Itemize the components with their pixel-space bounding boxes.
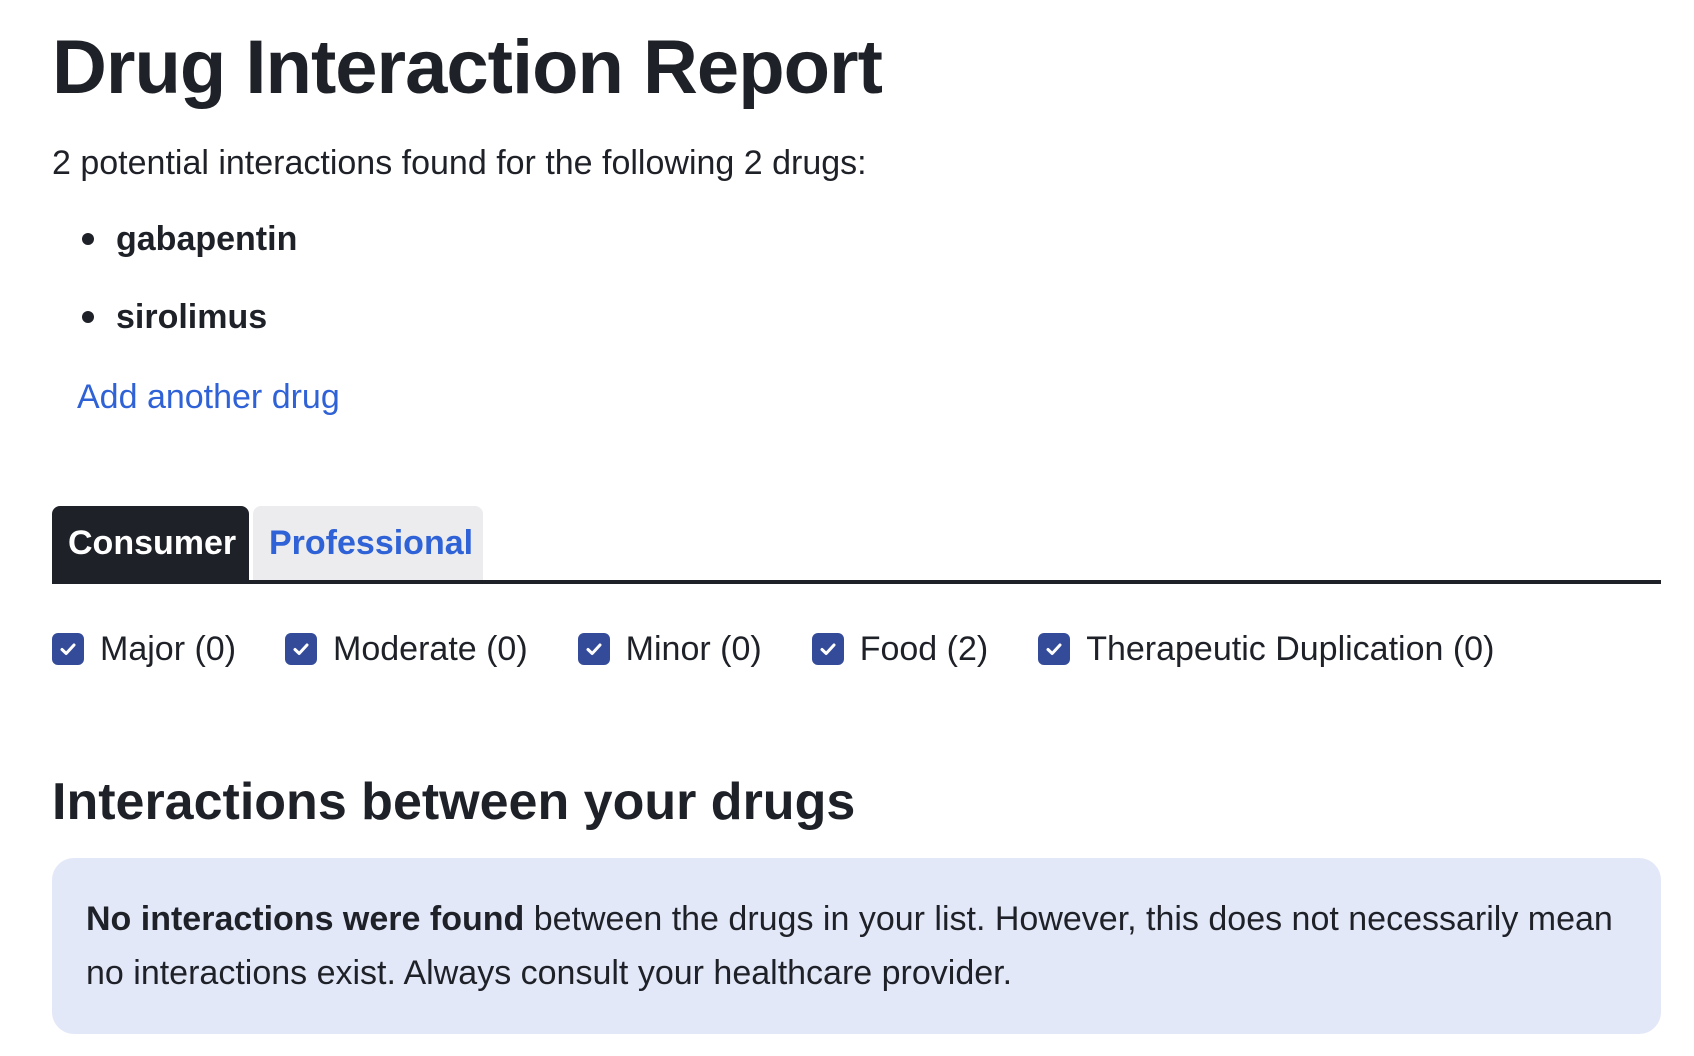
food-checkbox[interactable] <box>811 633 844 665</box>
filter-minor[interactable]: Minor (0) <box>577 629 762 669</box>
filter-label: Moderate (0) <box>333 629 528 668</box>
bullet-icon <box>82 311 94 323</box>
bullet-icon <box>82 233 94 245</box>
filter-moderate[interactable]: Moderate (0) <box>285 630 528 669</box>
checkmark-icon <box>293 643 309 655</box>
drug-list-item: sirolimus <box>52 296 297 338</box>
interaction-summary: 2 potential interactions found for the f… <box>52 144 867 182</box>
drug-name: sirolimus <box>116 297 268 336</box>
moderate-checkbox[interactable] <box>285 633 318 665</box>
severity-filters: Major (0) Moderate (0) Minor (0) Food (2… <box>52 628 1494 670</box>
no-interactions-notice: No interactions were found between the d… <box>52 858 1661 1034</box>
drug-name: gabapentin <box>116 219 298 258</box>
add-another-drug-link[interactable]: Add another drug <box>77 376 340 418</box>
tab-consumer[interactable]: Consumer <box>52 506 249 580</box>
filter-label: Major (0) <box>100 629 237 668</box>
drug-list: gabapentin sirolimus <box>52 218 297 338</box>
notice-bold-text: No interactions were found <box>86 900 525 938</box>
checkmark-icon <box>820 643 836 655</box>
filter-food[interactable]: Food (2) <box>811 629 989 669</box>
filter-therapeutic-duplication[interactable]: Therapeutic Duplication (0) <box>1038 630 1494 669</box>
view-tabs: Consumer Professional <box>52 506 1661 584</box>
filter-label: Therapeutic Duplication (0) <box>1086 629 1495 668</box>
therapeutic-duplication-checkbox[interactable] <box>1038 633 1071 665</box>
section-heading: Interactions between your drugs <box>52 773 856 831</box>
tab-professional[interactable]: Professional <box>253 506 483 580</box>
drug-list-item: gabapentin <box>52 218 297 260</box>
filter-major[interactable]: Major (0) <box>52 630 236 669</box>
major-checkbox[interactable] <box>52 633 84 665</box>
filter-label: Minor (0) <box>625 629 762 668</box>
checkmark-icon <box>60 643 76 655</box>
checkmark-icon <box>1046 643 1062 655</box>
checkmark-icon <box>586 643 602 655</box>
filter-label: Food (2) <box>859 629 989 668</box>
drug-interaction-page: Drug Interaction Report 2 potential inte… <box>0 0 1694 1056</box>
minor-checkbox[interactable] <box>577 633 610 665</box>
page-title: Drug Interaction Report <box>52 25 883 110</box>
